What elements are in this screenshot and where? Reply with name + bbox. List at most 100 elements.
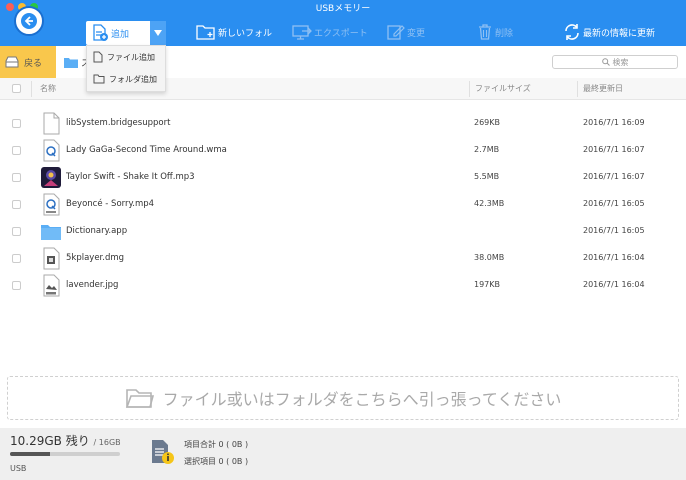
- arrow-left-icon: [21, 13, 37, 29]
- table-row[interactable]: Beyoncé - Sorry.mp4 42.3MB 2016/7/1 16:0…: [0, 191, 686, 218]
- menu-item-add-file-label: ファイル追加: [107, 52, 155, 62]
- file-name: Dictionary.app: [66, 226, 128, 236]
- column-divider: [469, 81, 470, 97]
- export-label: エクスポート: [314, 28, 368, 39]
- new-folder-label: 新しいフォル: [218, 28, 273, 39]
- add-button-group: 追加: [86, 21, 166, 45]
- file-size: 2.7MB: [474, 145, 500, 154]
- items-total: 項目合計 0 ( 0B ): [184, 440, 249, 449]
- table-row[interactable]: 5kplayer.dmg 38.0MB 2016/7/1 16:04: [0, 245, 686, 272]
- new-folder-icon: [196, 25, 215, 40]
- trash-icon: [479, 24, 491, 40]
- export-button[interactable]: エクスポート: [292, 22, 368, 42]
- folder-icon: [93, 74, 105, 84]
- refresh-icon: [565, 24, 579, 40]
- folder-icon: [41, 225, 61, 240]
- title-bar: USBメモリー: [0, 0, 686, 14]
- table-row[interactable]: Dictionary.app 2016/7/1 16:05: [0, 218, 686, 245]
- table-row[interactable]: Lady GaGa-Second Time Around.wma 2.7MB 2…: [0, 137, 686, 164]
- rename-button[interactable]: 変更: [387, 22, 425, 42]
- file-name: Beyoncé - Sorry.mp4: [66, 199, 155, 209]
- row-checkbox[interactable]: [12, 173, 21, 182]
- file-date: 2016/7/1 16:09: [583, 118, 645, 127]
- file-list: libSystem.bridgesupport 269KB 2016/7/1 1…: [0, 110, 686, 299]
- table-row[interactable]: lavender.jpg 197KB 2016/7/1 16:04: [0, 272, 686, 299]
- toolbar: 追加 新しいフォル エクスポート 変更 削除 最新の情報に更新: [0, 14, 686, 46]
- storage-total: / 16GB: [93, 438, 121, 447]
- add-button[interactable]: 追加: [86, 21, 150, 45]
- file-date: 2016/7/1 16:05: [583, 199, 645, 208]
- file-size: 38.0MB: [474, 253, 505, 262]
- row-checkbox[interactable]: [12, 254, 21, 263]
- file-date: 2016/7/1 16:05: [583, 226, 645, 235]
- file-date: 2016/7/1 16:04: [583, 280, 645, 289]
- delete-label: 削除: [495, 28, 514, 39]
- back-button-label: 戻る: [24, 58, 43, 69]
- menu-item-add-file[interactable]: ファイル追加: [87, 46, 165, 68]
- items-selected: 選択項目 0 ( 0B ): [184, 457, 249, 466]
- column-header-name[interactable]: 名称: [40, 83, 56, 94]
- rename-label: 変更: [407, 28, 426, 39]
- media-file-icon: [43, 139, 60, 162]
- storage-progress-bar: [10, 452, 120, 456]
- search-icon: [601, 58, 610, 66]
- refresh-button[interactable]: 最新の情報に更新: [563, 22, 655, 42]
- jpeg-file-icon: [43, 274, 60, 297]
- file-name: 5kplayer.dmg: [66, 253, 125, 263]
- table-row[interactable]: Taylor Swift - Shake It Off.mp3 5.5MB 20…: [0, 164, 686, 191]
- back-button[interactable]: 戻る: [0, 46, 56, 78]
- row-checkbox[interactable]: [12, 200, 21, 209]
- file-icon: [93, 51, 103, 63]
- row-checkbox[interactable]: [12, 119, 21, 128]
- row-checkbox[interactable]: [12, 281, 21, 290]
- column-divider: [577, 81, 578, 97]
- menu-item-add-folder-label: フォルダ追加: [109, 74, 157, 84]
- file-name: Taylor Swift - Shake It Off.mp3: [66, 172, 195, 182]
- new-folder-button[interactable]: 新しいフォル: [196, 22, 272, 42]
- edit-icon: [387, 25, 405, 40]
- row-checkbox[interactable]: [12, 146, 21, 155]
- row-checkbox[interactable]: [12, 227, 21, 236]
- generic-file-icon: [43, 112, 60, 135]
- drop-zone-text: ファイル或いはフォルダをこちらへ引っ張ってください: [162, 390, 562, 409]
- table-row[interactable]: libSystem.bridgesupport 269KB 2016/7/1 1…: [0, 110, 686, 137]
- app-window: USBメモリー 追加 新しいフォル エクスポート 変更 削除 最新の情報に更新 …: [0, 0, 686, 480]
- delete-button[interactable]: 削除: [477, 22, 513, 42]
- folder-drop-icon: [125, 389, 154, 408]
- file-date: 2016/7/1 16:07: [583, 145, 645, 154]
- add-dropdown-menu: ファイル追加 フォルダ追加: [86, 45, 166, 92]
- window-title: USBメモリー: [315, 4, 371, 14]
- add-dropdown-toggle[interactable]: [150, 21, 166, 45]
- device-name: USB: [10, 464, 27, 473]
- storage-progress-fill: [10, 452, 50, 456]
- file-size: 42.3MB: [474, 199, 505, 208]
- status-bar: 10.29GB 残り / 16GB USB 項目合計 0 ( 0B ) 選択項目…: [0, 428, 686, 480]
- file-size: 197KB: [474, 280, 501, 289]
- column-divider: [31, 81, 32, 97]
- column-header-size[interactable]: ファイルサイズ: [475, 83, 531, 94]
- storage-summary: 10.29GB 残り / 16GB: [10, 432, 121, 449]
- drop-zone[interactable]: ファイル或いはフォルダをこちらへ引っ張ってください: [7, 376, 679, 420]
- file-info-icon: [152, 440, 174, 464]
- file-size: 269KB: [474, 118, 501, 127]
- file-date: 2016/7/1 16:07: [583, 172, 645, 181]
- file-name: lavender.jpg: [66, 280, 119, 290]
- search-placeholder: 検索: [612, 57, 629, 67]
- column-header-date[interactable]: 最終更新日: [583, 83, 623, 94]
- add-file-icon: [93, 24, 108, 41]
- add-button-label: 追加: [111, 29, 130, 40]
- back-nav-button[interactable]: [14, 6, 44, 36]
- refresh-label: 最新の情報に更新: [583, 28, 656, 39]
- export-icon: [292, 25, 312, 40]
- select-all-checkbox[interactable]: [12, 84, 21, 93]
- file-name: libSystem.bridgesupport: [66, 118, 171, 128]
- album-art-icon: [41, 167, 61, 188]
- menu-item-add-folder[interactable]: フォルダ追加: [87, 68, 165, 90]
- drive-icon: [5, 56, 19, 68]
- search-input[interactable]: 検索: [552, 55, 678, 69]
- file-name: Lady GaGa-Second Time Around.wma: [66, 145, 227, 155]
- file-size: 5.5MB: [474, 172, 500, 181]
- folder-icon: [64, 58, 78, 68]
- dmg-file-icon: [43, 247, 60, 270]
- video-file-icon: [43, 193, 60, 216]
